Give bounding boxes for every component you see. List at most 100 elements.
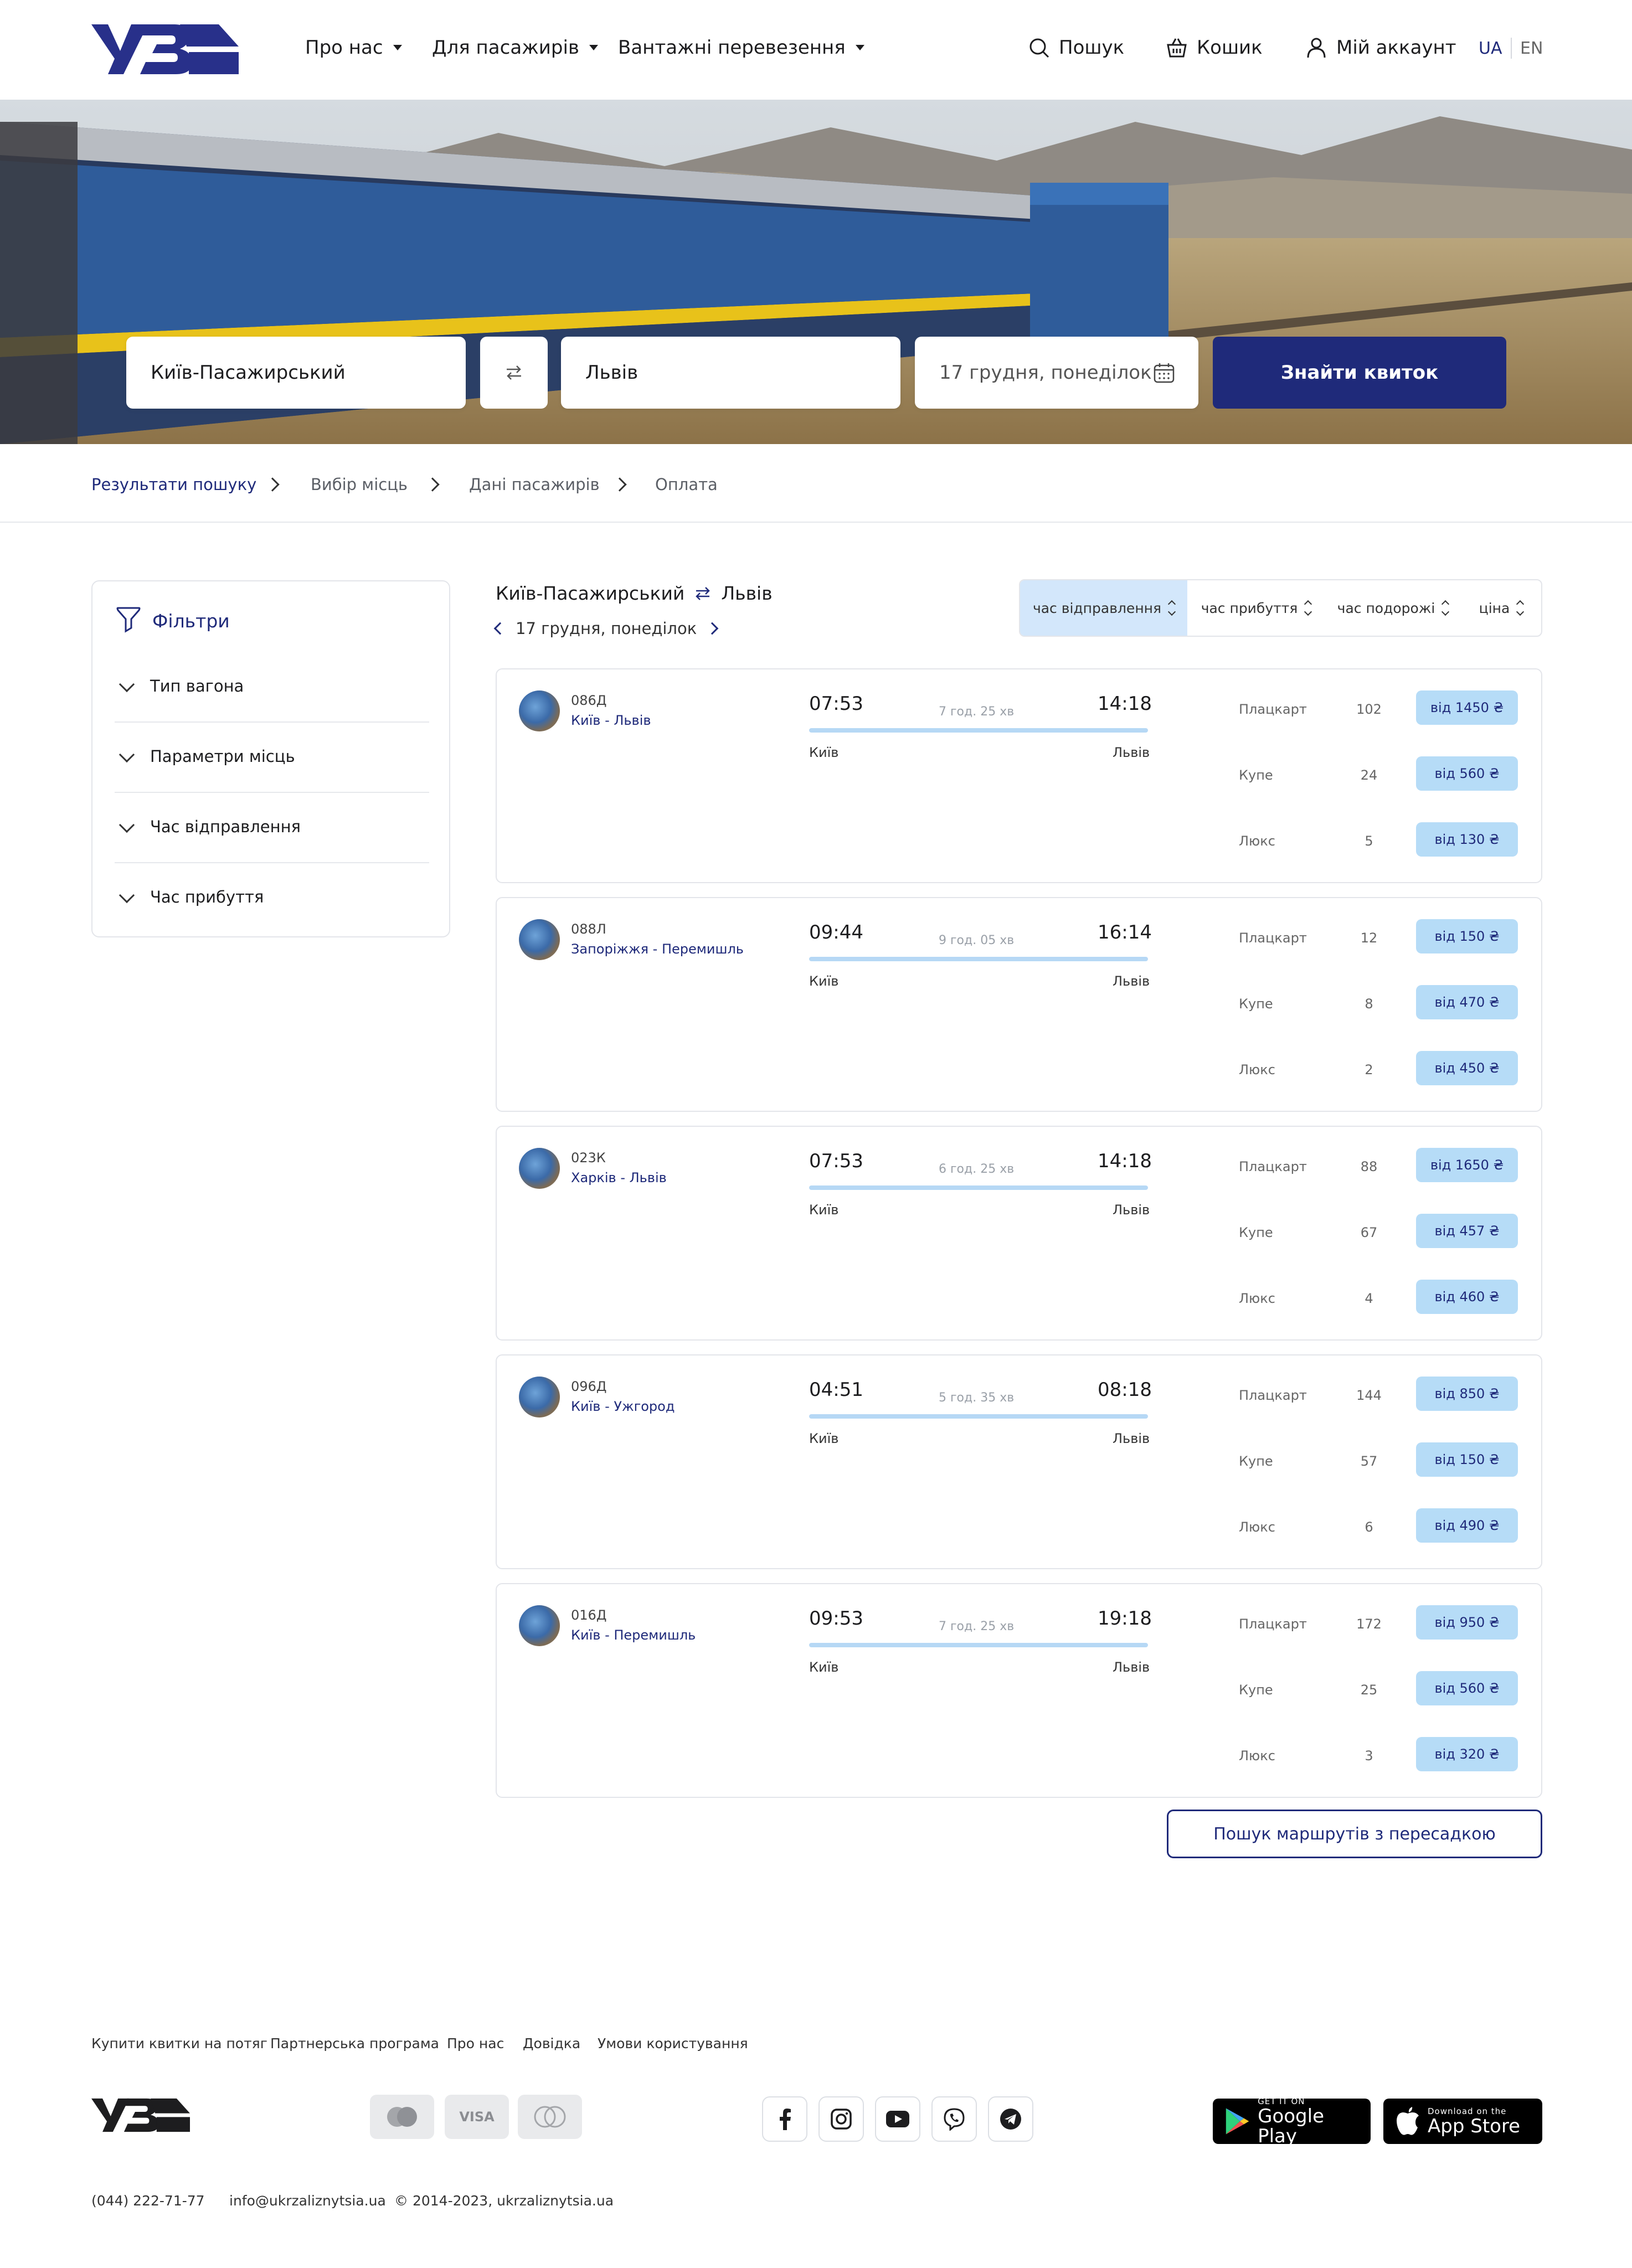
from-station-field[interactable]: Київ-Пасажирський [126,337,466,409]
class-name: Купе [1239,1225,1273,1240]
transfer-routes-button[interactable]: Пошук маршрутів з пересадкою [1167,1810,1542,1858]
train-route[interactable]: Харків - Львів [571,1170,667,1185]
price-button[interactable]: від 560 ₴ [1416,1671,1518,1705]
header-account[interactable]: Мій аккаунт [1305,37,1456,59]
lang-ua[interactable]: UA [1479,39,1502,58]
train-route[interactable]: Київ - Ужгород [571,1399,675,1414]
chevron-down-icon [119,887,135,904]
class-name: Купе [1239,1682,1273,1698]
price-button[interactable]: від 850 ₴ [1416,1377,1518,1411]
train-route[interactable]: Київ - Львів [571,713,651,728]
train-photo [519,690,560,731]
footer-link-partner[interactable]: Партнерська програма [270,2035,439,2051]
train-route[interactable]: Запоріжжя - Перемишль [571,941,744,957]
seats-count: 88 [1360,1159,1378,1174]
instagram-icon[interactable] [818,2096,864,2142]
departure-time: 07:53 [809,1150,863,1172]
footer-link-about[interactable]: Про нас [447,2035,504,2051]
chevron-down-icon [119,676,135,693]
nav-passengers[interactable]: Для пасажирів [432,37,598,59]
to-station-field[interactable]: Львів [561,337,900,409]
caret-down-icon [393,45,402,50]
class-name: Люкс [1239,1291,1275,1306]
seats-count: 57 [1360,1453,1378,1469]
filter-car-type[interactable]: Тип вагона [115,652,429,723]
travel-duration: 7 год. 25 хв [939,705,1015,719]
seats-count: 2 [1365,1062,1373,1078]
price-button[interactable]: від 1450 ₴ [1416,690,1518,725]
telegram-icon[interactable] [988,2096,1033,2142]
sort-arrival[interactable]: час прибуття [1187,580,1325,636]
sort-travel-time[interactable]: час подорожі [1325,580,1461,636]
train-photo [519,1605,560,1646]
class-name: Купе [1239,1453,1273,1469]
sort-price[interactable]: ціна [1461,580,1541,636]
filter-arrival-time[interactable]: Час прибуття [115,863,429,934]
header-cart[interactable]: Кошик [1166,37,1263,59]
footer-copyright: © 2014-2023, ukrzaliznytsia.ua [394,2193,614,2209]
price-button[interactable]: від 320 ₴ [1416,1737,1518,1771]
price-button[interactable]: від 150 ₴ [1416,919,1518,953]
app-store-big: App Store [1428,2115,1521,2137]
travel-duration: 6 год. 25 хв [939,1162,1015,1176]
date-field[interactable]: 17 грудня, понеділок [915,337,1198,409]
footer-email[interactable]: info@ukrzaliznytsia.ua [229,2193,386,2209]
departure-time: 04:51 [809,1379,863,1401]
price-button[interactable]: від 470 ₴ [1416,985,1518,1019]
chevron-down-icon [119,746,135,763]
footer-link-buy-tickets[interactable]: Купити квитки на потяг [91,2035,267,2051]
header-search[interactable]: Пошук [1028,37,1124,59]
price-button[interactable]: від 457 ₴ [1416,1214,1518,1248]
lang-en[interactable]: EN [1520,39,1543,58]
arrival-time: 19:18 [1098,1607,1152,1630]
hero-banner: Київ-Пасажирський Львів 17 грудня, понед… [0,100,1632,444]
next-day-icon[interactable] [706,622,719,635]
viber-icon[interactable] [931,2096,977,2142]
header-search-label: Пошук [1059,37,1125,59]
departure-time: 09:53 [809,1607,863,1630]
footer-link-help[interactable]: Довідка [523,2035,580,2051]
price-button[interactable]: від 150 ₴ [1416,1442,1518,1477]
footer-link-terms[interactable]: Умови користування [598,2035,748,2051]
nav-cargo-label: Вантажні перевезення [618,37,846,59]
swap-arrows-icon [507,365,521,380]
travel-duration: 7 год. 25 хв [939,1620,1015,1633]
nav-about[interactable]: Про нас [305,37,402,59]
footer-phone[interactable]: (044) 222-71-77 [91,2193,205,2209]
chevron-right-icon [425,477,440,492]
uz-logo[interactable] [91,24,239,74]
filter-seat-params[interactable]: Параметри місць [115,723,429,793]
price-button[interactable]: від 130 ₴ [1416,822,1518,857]
breadcrumb-seat-selection[interactable]: Вибір місць [311,475,408,494]
train-route[interactable]: Київ - Перемишль [571,1627,696,1643]
facebook-icon[interactable] [762,2096,807,2142]
from-station-value: Київ-Пасажирський [151,362,346,384]
price-button[interactable]: від 950 ₴ [1416,1605,1518,1640]
sort-bar: час відправлення час прибуття час подоро… [1019,579,1542,637]
youtube-icon[interactable] [875,2096,920,2142]
filters-panel: Фільтри Тип вагона Параметри місць Час в… [91,580,450,937]
breadcrumb-payment[interactable]: Оплата [655,475,718,494]
price-button[interactable]: від 560 ₴ [1416,756,1518,791]
filter-departure-time[interactable]: Час відправлення [115,793,429,863]
class-name: Плацкарт [1239,1616,1307,1632]
find-ticket-button[interactable]: Знайти квиток [1213,337,1506,409]
app-store-button[interactable]: Download on the App Store [1383,2099,1542,2144]
sort-departure[interactable]: час відправлення [1020,580,1187,636]
route-progress-bar [809,1185,1148,1190]
departure-station: Київ [809,973,839,989]
price-button[interactable]: від 450 ₴ [1416,1051,1518,1085]
prev-day-icon[interactable] [493,622,507,635]
price-button[interactable]: від 460 ₴ [1416,1280,1518,1314]
chevron-right-icon [265,477,280,492]
google-play-button[interactable]: GET IT ON Google Play [1213,2096,1371,2146]
nav-cargo[interactable]: Вантажні перевезення [618,37,864,59]
swap-stations-button[interactable] [480,337,548,409]
footer-uz-logo[interactable] [91,2096,190,2134]
price-button[interactable]: від 1650 ₴ [1416,1148,1518,1182]
seats-count: 5 [1365,833,1373,849]
breadcrumb-search-results[interactable]: Результати пошуку [91,475,256,494]
route-progress-bar [809,1414,1148,1419]
price-button[interactable]: від 490 ₴ [1416,1508,1518,1543]
breadcrumb-passenger-data[interactable]: Дані пасажирів [469,475,600,494]
